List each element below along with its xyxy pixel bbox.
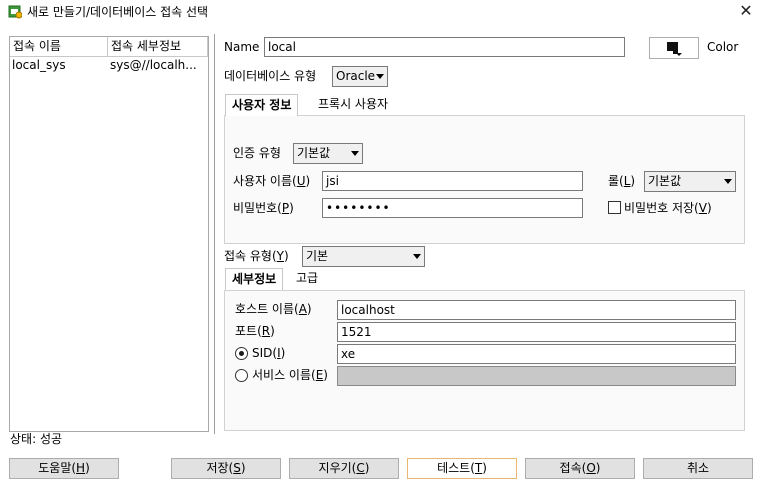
save-button[interactable]: 저장(S) xyxy=(171,458,281,479)
hostname-label: 호스트 이름(A) xyxy=(235,302,312,316)
chevron-down-icon xyxy=(724,179,732,184)
name-label: Name xyxy=(224,40,260,54)
close-icon[interactable]: ✕ xyxy=(732,0,760,24)
column-header-connection-details[interactable]: 접속 세부정보 xyxy=(108,37,208,57)
save-password-checkbox[interactable] xyxy=(608,201,621,214)
role-select[interactable]: 기본값 xyxy=(644,171,736,192)
chevron-down-icon xyxy=(351,151,359,156)
tab-proxy-user[interactable]: 프록시 사용자 xyxy=(312,94,394,116)
help-button[interactable]: 도움말(H) xyxy=(9,458,119,479)
username-input[interactable]: jsi xyxy=(322,171,583,191)
database-type-select[interactable]: Oracle xyxy=(332,66,388,87)
chevron-down-icon xyxy=(413,254,421,259)
column-header-connection-name[interactable]: 접속 이름 xyxy=(10,37,108,57)
database-type-value: Oracle xyxy=(336,69,376,83)
connection-type-label: 접속 유형(Y) xyxy=(224,249,289,263)
title-bar: 새로 만들기/데이터베이스 접속 선택 ✕ xyxy=(0,0,760,24)
hostname-input[interactable]: localhost xyxy=(337,300,736,320)
sid-input[interactable]: xe xyxy=(337,344,736,364)
password-label: 비밀번호(P) xyxy=(233,201,294,215)
database-type-label: 데이터베이스 유형 xyxy=(224,69,317,83)
auth-type-value: 기본값 xyxy=(297,146,331,160)
tab-advanced[interactable]: 고급 xyxy=(290,268,324,290)
password-input[interactable]: •••••••• xyxy=(322,198,583,218)
sid-label[interactable]: SID(I) xyxy=(252,345,285,361)
connection-type-select[interactable]: 기본 xyxy=(302,246,425,267)
sid-radio[interactable] xyxy=(235,347,248,360)
splitter[interactable] xyxy=(214,34,216,434)
tab-user-info[interactable]: 사용자 정보 xyxy=(225,94,299,116)
clear-button[interactable]: 지우기(C) xyxy=(289,458,399,479)
status-text: 상태: 성공 xyxy=(10,432,63,446)
role-label: 롤(L) xyxy=(608,174,636,188)
port-label: 포트(R) xyxy=(235,324,275,338)
auth-type-label: 인증 유형 xyxy=(233,146,281,160)
tab-details[interactable]: 세부정보 xyxy=(225,268,284,290)
color-swatch-icon xyxy=(667,42,682,56)
auth-type-select[interactable]: 기본값 xyxy=(293,143,363,164)
connection-list[interactable]: 접속 이름 접속 세부정보 local_sys sys@//localh... xyxy=(9,36,209,432)
connection-type-value: 기본 xyxy=(306,249,329,263)
service-name-input xyxy=(337,366,736,386)
color-label: Color xyxy=(707,40,739,54)
test-button[interactable]: 테스트(T) xyxy=(407,458,517,479)
connection-name-input[interactable]: local xyxy=(264,37,625,57)
connect-button[interactable]: 접속(O) xyxy=(525,458,635,479)
window-title: 새로 만들기/데이터베이스 접속 선택 xyxy=(27,5,209,19)
connection-row-details[interactable]: sys@//localh... xyxy=(108,57,208,74)
cancel-button[interactable]: 취소 xyxy=(643,458,753,479)
service-name-label[interactable]: 서비스 이름(E) xyxy=(252,367,328,383)
port-input[interactable]: 1521 xyxy=(337,322,736,342)
username-label: 사용자 이름(U) xyxy=(233,174,311,188)
database-app-icon xyxy=(8,5,23,19)
service-name-radio[interactable] xyxy=(235,369,248,382)
save-password-label[interactable]: 비밀번호 저장(V) xyxy=(624,200,712,216)
role-value: 기본값 xyxy=(648,174,682,188)
connection-row-name[interactable]: local_sys xyxy=(10,57,108,74)
color-picker-button[interactable] xyxy=(649,37,699,59)
chevron-down-icon xyxy=(376,74,384,79)
